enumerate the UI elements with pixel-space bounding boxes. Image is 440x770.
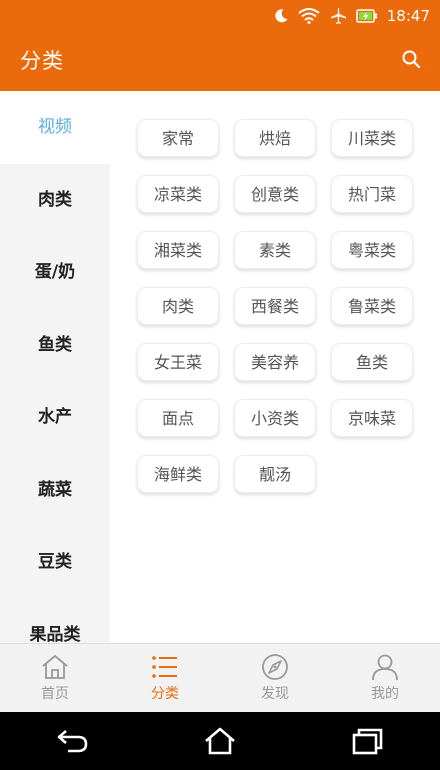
category-chip[interactable]: 靓汤 (234, 455, 316, 493)
search-button[interactable] (396, 46, 426, 76)
tab-category-label: 分类 (151, 686, 179, 702)
category-chip[interactable]: 素类 (234, 231, 316, 269)
moon-icon (273, 8, 289, 24)
search-icon (401, 49, 421, 73)
category-chip[interactable]: 京味菜 (331, 399, 413, 437)
tab-discover[interactable]: 发现 (220, 644, 330, 712)
category-chip[interactable]: 湘菜类 (137, 231, 219, 269)
category-chip[interactable]: 美容养 (234, 343, 316, 381)
home-nav-icon[interactable] (203, 726, 237, 756)
sidebar-item-vegetables[interactable]: 蔬菜 (0, 454, 110, 527)
sidebar-item-video[interactable]: 视频 (0, 91, 110, 164)
category-chip[interactable]: 肉类 (137, 287, 219, 325)
sidebar-item-beans[interactable]: 豆类 (0, 526, 110, 599)
page-title: 分类 (20, 49, 64, 73)
airplane-icon (329, 7, 347, 25)
home-icon (40, 653, 70, 683)
list-icon (150, 653, 180, 683)
status-icons: 18:47 (273, 5, 430, 27)
recent-apps-icon[interactable] (350, 727, 384, 755)
tab-home-label: 首页 (41, 686, 69, 702)
system-nav-bar (0, 712, 440, 770)
category-chip[interactable]: 西餐类 (234, 287, 316, 325)
status-time: 18:47 (386, 7, 430, 25)
category-chip[interactable]: 川菜类 (331, 119, 413, 157)
tab-category[interactable]: 分类 (110, 644, 220, 712)
category-content: 家常 烘焙 川菜类 凉菜类 创意类 热门菜 湘菜类 素类 粤菜类 肉类 西餐类 … (110, 91, 440, 643)
category-chip[interactable]: 小资类 (234, 399, 316, 437)
category-chip[interactable]: 鲁菜类 (331, 287, 413, 325)
status-bar: 18:47 (0, 0, 440, 32)
battery-charging-icon (355, 8, 378, 24)
tab-home[interactable]: 首页 (0, 644, 110, 712)
category-chip[interactable]: 鱼类 (331, 343, 413, 381)
category-chip[interactable]: 女王菜 (137, 343, 219, 381)
tab-profile-label: 我的 (371, 686, 399, 702)
compass-icon (260, 653, 290, 683)
sidebar-item-fruits[interactable]: 果品类 (0, 599, 110, 644)
app-bar: 分类 (0, 32, 440, 91)
category-chip[interactable]: 海鲜类 (137, 455, 219, 493)
category-chip[interactable]: 面点 (137, 399, 219, 437)
category-chip[interactable]: 家常 (137, 119, 219, 157)
category-chip[interactable]: 凉菜类 (137, 175, 219, 213)
category-chip[interactable]: 热门菜 (331, 175, 413, 213)
category-chip[interactable]: 粤菜类 (331, 231, 413, 269)
person-icon (370, 653, 400, 683)
tab-discover-label: 发现 (261, 686, 289, 702)
sidebar-item-meat[interactable]: 肉类 (0, 164, 110, 237)
category-sidebar: 视频 肉类 蛋/奶 鱼类 水产 蔬菜 豆类 果品类 (0, 91, 110, 643)
sidebar-item-fish[interactable]: 鱼类 (0, 309, 110, 382)
sidebar-item-egg-milk[interactable]: 蛋/奶 (0, 236, 110, 309)
bottom-tab-bar: 首页 分类 发现 我的 (0, 643, 440, 712)
tab-profile[interactable]: 我的 (330, 644, 440, 712)
category-chip[interactable]: 创意类 (234, 175, 316, 213)
category-chip[interactable]: 烘焙 (234, 119, 316, 157)
wifi-icon (298, 8, 320, 24)
back-icon[interactable] (56, 728, 90, 754)
sidebar-item-seafood[interactable]: 水产 (0, 381, 110, 454)
category-grid: 家常 烘焙 川菜类 凉菜类 创意类 热门菜 湘菜类 素类 粤菜类 肉类 西餐类 … (137, 119, 417, 493)
